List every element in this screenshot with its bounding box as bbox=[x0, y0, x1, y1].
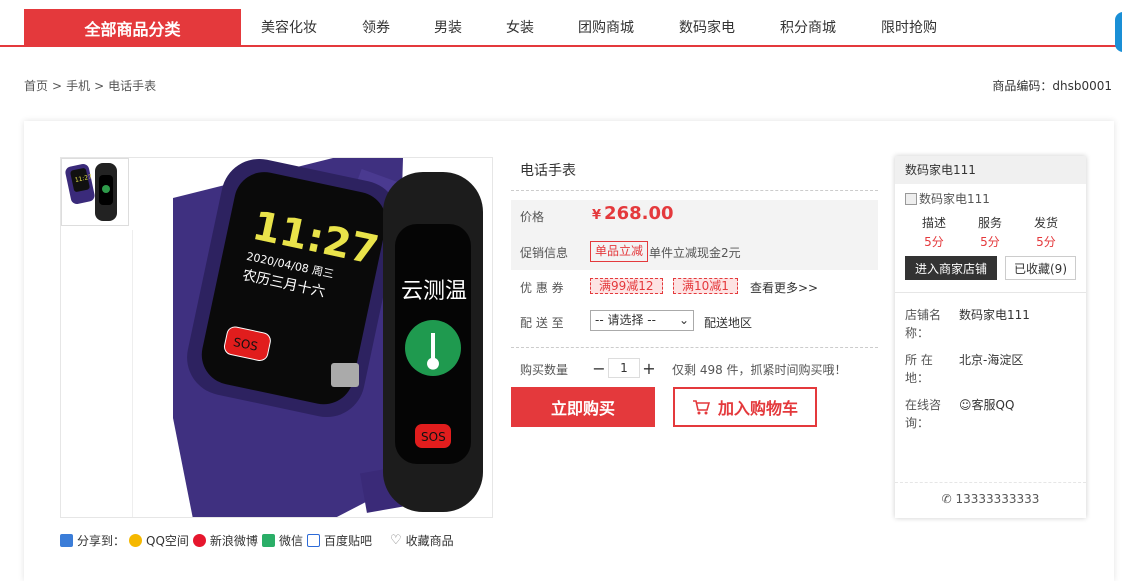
nav-item-points-mall[interactable]: 积分商城 bbox=[780, 17, 836, 37]
nav-item-flash-sale[interactable]: 限时抢购 bbox=[881, 17, 937, 37]
nav-item-digital[interactable]: 数码家电 bbox=[679, 17, 735, 37]
product-thumbnail[interactable]: 11:27 bbox=[61, 158, 129, 226]
all-categories-button[interactable]: 全部商品分类 bbox=[24, 9, 241, 47]
nav-item-womenswear[interactable]: 女装 bbox=[506, 17, 534, 37]
score-shipping: 发货 5分 bbox=[1021, 214, 1071, 250]
promo-text: 单件立减现金2元 bbox=[649, 246, 741, 260]
delivery-label: 配 送 至 bbox=[520, 316, 564, 330]
delivery-select[interactable]: -- 请选择 -- ⌄ bbox=[590, 310, 694, 331]
top-nav: 全部商品分类 美容化妆 领券 男装 女装 团购商城 数码家电 积分商城 限时抢购 bbox=[0, 0, 1122, 47]
price-value: 268.00 bbox=[604, 203, 674, 224]
heart-icon[interactable]: ♡ bbox=[390, 533, 402, 548]
wechat-icon[interactable] bbox=[261, 534, 275, 547]
share-bar: 分享到： QQ空间 新浪微博 微信 百度贴吧 ♡ 收藏商品 bbox=[60, 532, 454, 549]
consult-label: 在线咨询： bbox=[905, 398, 942, 430]
breadcrumb-phones[interactable]: 手机 bbox=[66, 79, 90, 93]
score-service: 服务 5分 bbox=[965, 214, 1015, 250]
share-label: 分享到： bbox=[77, 534, 126, 548]
product-image: 11:27 2020/04/08 周三 农历三月十六 SOS 云测温 SOS bbox=[173, 158, 483, 517]
shop-panel: 数码家电111 数码家电111 描述 5分 服务 5分 发货 5分 进入商家店铺… bbox=[895, 156, 1086, 518]
qzone-icon[interactable] bbox=[129, 534, 143, 547]
favorited-store-button[interactable]: 已收藏(9) bbox=[1005, 256, 1076, 280]
location-value: 北京-海淀区 bbox=[959, 353, 1024, 367]
score-title: 描述 bbox=[921, 216, 946, 230]
currency-symbol: ¥ bbox=[592, 208, 602, 223]
quantity-label: 购买数量 bbox=[520, 363, 569, 377]
tieba-icon[interactable] bbox=[306, 534, 320, 547]
product-title: 电话手表 bbox=[520, 163, 576, 179]
broken-image-icon bbox=[905, 192, 917, 205]
quantity-minus-button[interactable]: − bbox=[590, 358, 608, 378]
breadcrumb-separator: > bbox=[94, 79, 105, 93]
phone-icon: ✆ bbox=[941, 492, 952, 506]
score-value: 5分 bbox=[1036, 235, 1056, 249]
share-qzone[interactable]: QQ空间 bbox=[146, 532, 189, 549]
divider bbox=[511, 347, 878, 348]
store-name-label: 店铺名称： bbox=[905, 308, 942, 340]
side-widget-tab[interactable] bbox=[1115, 12, 1122, 52]
share-tieba[interactable]: 百度贴吧 bbox=[324, 532, 372, 549]
breadcrumb-home[interactable]: 首页 bbox=[24, 79, 48, 93]
consult-link[interactable]: ☺客服QQ bbox=[959, 396, 1014, 414]
more-coupons-link[interactable]: 查看更多>> bbox=[750, 279, 818, 296]
shop-logo-alt: 数码家电111 bbox=[919, 192, 990, 206]
score-value: 5分 bbox=[980, 235, 1000, 249]
chevron-down-icon: ⌄ bbox=[678, 313, 689, 327]
nav-item-groupbuy[interactable]: 团购商城 bbox=[578, 17, 634, 37]
weibo-icon[interactable] bbox=[192, 534, 206, 547]
add-to-cart-button[interactable]: 加入购物车 bbox=[673, 387, 817, 427]
delivery-select-value: -- 请选择 -- bbox=[595, 313, 656, 327]
share-plus-icon bbox=[60, 534, 73, 547]
divider bbox=[895, 292, 1086, 293]
breadcrumb: 首页 > 手机 > 电话手表 bbox=[24, 77, 156, 94]
buy-now-button[interactable]: 立即购买 bbox=[511, 387, 655, 427]
store-name-value: 数码家电111 bbox=[959, 308, 1030, 322]
stock-text: 仅剩 498 件，抓紧时间购买哦！ bbox=[672, 363, 847, 377]
watch2-sos-text: SOS bbox=[421, 430, 446, 444]
product-price: ¥268.00 bbox=[592, 203, 674, 224]
favorite-product-link[interactable]: 收藏商品 bbox=[406, 532, 454, 549]
quantity-input[interactable]: 1 bbox=[608, 358, 640, 378]
nav-item-coupons[interactable]: 领券 bbox=[362, 17, 390, 37]
product-gallery: 11:27 11:27 2020/04/08 周三 农历三月十六 SOS 云测温… bbox=[60, 157, 493, 518]
shop-name-header: 数码家电111 bbox=[895, 156, 1086, 184]
qq-icon: ☺ bbox=[959, 398, 972, 412]
enter-store-button[interactable]: 进入商家店铺 bbox=[905, 256, 997, 280]
promo-label: 促销信息 bbox=[520, 246, 569, 260]
add-to-cart-label: 加入购物车 bbox=[717, 399, 798, 418]
share-weibo[interactable]: 新浪微博 bbox=[210, 532, 258, 549]
cart-icon bbox=[692, 400, 710, 415]
watch2-text: 云测温 bbox=[401, 279, 467, 304]
score-description: 描述 5分 bbox=[909, 214, 959, 250]
breadcrumb-current[interactable]: 电话手表 bbox=[108, 79, 156, 93]
nav-item-menswear[interactable]: 男装 bbox=[434, 17, 462, 37]
product-code: 商品编码：dhsb0001 bbox=[992, 79, 1112, 93]
quantity-plus-button[interactable]: + bbox=[640, 358, 658, 378]
phone-number: 13333333333 bbox=[955, 492, 1040, 506]
coupon-label: 优 惠 券 bbox=[520, 281, 564, 295]
score-title: 服务 bbox=[977, 216, 1002, 230]
coupon-99-12[interactable]: 满99减12 bbox=[590, 278, 663, 294]
thumbnail-column bbox=[61, 230, 133, 517]
coupon-10-1[interactable]: 满10减1 bbox=[673, 278, 738, 294]
divider bbox=[895, 482, 1086, 483]
nav-item-beauty[interactable]: 美容化妆 bbox=[261, 17, 317, 37]
divider bbox=[511, 190, 878, 191]
score-value: 5分 bbox=[924, 235, 944, 249]
share-wechat[interactable]: 微信 bbox=[279, 532, 303, 549]
delivery-region: 配送地区 bbox=[704, 316, 753, 330]
location-label: 所 在 地： bbox=[905, 353, 933, 385]
breadcrumb-separator: > bbox=[52, 79, 63, 93]
shop-logo[interactable]: 数码家电111 bbox=[905, 190, 990, 207]
score-title: 发货 bbox=[1033, 216, 1058, 230]
price-label: 价格 bbox=[520, 210, 545, 224]
quantity-stepper: − 1 + bbox=[590, 358, 658, 378]
consult-text: 客服QQ bbox=[971, 398, 1015, 412]
promo-tag: 单品立减 bbox=[590, 241, 649, 262]
shop-phone: ✆ 13333333333 bbox=[895, 492, 1086, 506]
